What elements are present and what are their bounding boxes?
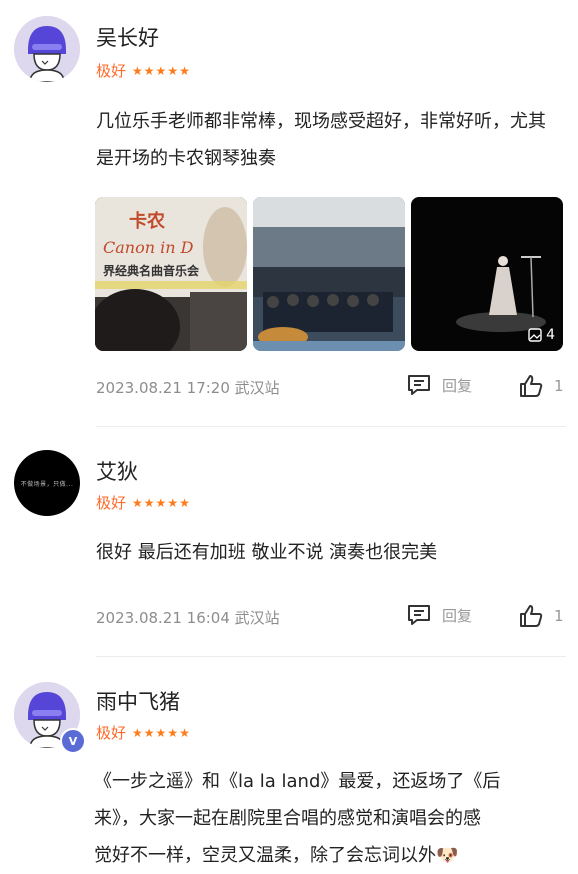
photo-count: 4: [528, 327, 555, 343]
like-button[interactable]: 1: [518, 603, 564, 629]
poster-subtitle: Canon in D: [103, 238, 194, 257]
avatar-text: 不做场景，只做...: [20, 480, 74, 488]
photo-gallery: 卡农 Canon in D 界经典名曲音乐会 4: [95, 197, 563, 351]
review-content: 《一步之遥》和《la la land》最爱，还返场了《后 来》，大家一起在剧院里…: [94, 763, 564, 874]
reply-label: 回复: [442, 376, 473, 395]
thumbs-up-icon: [520, 375, 543, 397]
image-icon: [528, 328, 542, 342]
content-line: 觉好不一样，空灵又温柔，除了会忘词以外🐶: [94, 845, 459, 866]
username[interactable]: 吴长好: [96, 22, 159, 52]
poster-caption: 界经典名曲音乐会: [103, 263, 200, 278]
like-count: 1: [554, 377, 564, 395]
review-content: 很好 最后还有加班 敬业不说 演奏也很完美: [96, 542, 438, 563]
verified-badge: V: [60, 728, 86, 754]
star-icon: ★: [167, 63, 179, 78]
photo-count-value: 4: [546, 327, 555, 343]
rating-label: 极好: [96, 62, 127, 80]
star-icon: ★: [132, 495, 143, 510]
review-meta: 2023.08.21 17:20 武汉站: [96, 379, 280, 397]
star-icon: ★: [179, 495, 190, 510]
review-meta: 2023.08.21 16:04 武汉站: [96, 609, 280, 627]
reply-button[interactable]: 回复: [406, 603, 472, 627]
rating-label: 极好: [96, 724, 127, 742]
star-icon: ★: [167, 495, 179, 510]
star-icon: ★: [132, 725, 143, 740]
rating-stars: ★ ★ ★ ★ ★: [132, 497, 190, 509]
poster-title: 卡农: [129, 210, 165, 232]
review-photo[interactable]: 卡农 Canon in D 界经典名曲音乐会: [95, 197, 247, 351]
star-icon: ★: [179, 63, 190, 78]
star-icon: ★: [143, 63, 155, 78]
star-icon: ★: [143, 495, 155, 510]
star-icon: ★: [155, 63, 167, 78]
star-icon: ★: [179, 725, 190, 740]
content-line: 来》，大家一起在剧院里合唱的感觉和演唱会的感: [94, 808, 481, 829]
like-button[interactable]: 1: [518, 373, 564, 399]
reply-button[interactable]: 回复: [406, 373, 472, 397]
comment-icon: [408, 375, 430, 395]
rating: 极好 ★ ★ ★ ★ ★: [96, 60, 190, 81]
review-photo[interactable]: 4: [411, 197, 563, 351]
star-icon: ★: [167, 725, 179, 740]
comment-icon: [408, 605, 430, 625]
rating: 极好 ★ ★ ★ ★ ★: [96, 492, 190, 513]
dog-emoji-icon: 🐶: [436, 845, 459, 866]
badge-label: V: [68, 734, 78, 748]
star-icon: ★: [143, 725, 155, 740]
review-content: 几位乐手老师都非常棒，现场感受超好，非常好听，尤其是开场的卡农钢琴独奏: [96, 111, 546, 169]
star-icon: ★: [132, 63, 143, 78]
divider: [96, 426, 566, 427]
rating-label: 极好: [96, 494, 127, 512]
user-avatar[interactable]: 不做场景，只做...: [14, 450, 80, 516]
rating-stars: ★ ★ ★ ★ ★: [132, 727, 190, 739]
star-icon: ★: [155, 725, 167, 740]
rating: 极好 ★ ★ ★ ★ ★: [96, 722, 190, 743]
username[interactable]: 艾狄: [96, 456, 138, 486]
username[interactable]: 雨中飞猪: [96, 686, 180, 716]
rating-stars: ★ ★ ★ ★ ★: [132, 65, 190, 77]
thumbs-up-icon: [520, 605, 543, 627]
like-count: 1: [554, 607, 564, 625]
divider: [96, 656, 566, 657]
user-avatar[interactable]: [14, 16, 80, 82]
reply-label: 回复: [442, 606, 473, 625]
star-icon: ★: [155, 495, 167, 510]
review-photo[interactable]: [253, 197, 405, 351]
content-line: 《一步之遥》和《la la land》最爱，还返场了《后: [94, 771, 501, 792]
